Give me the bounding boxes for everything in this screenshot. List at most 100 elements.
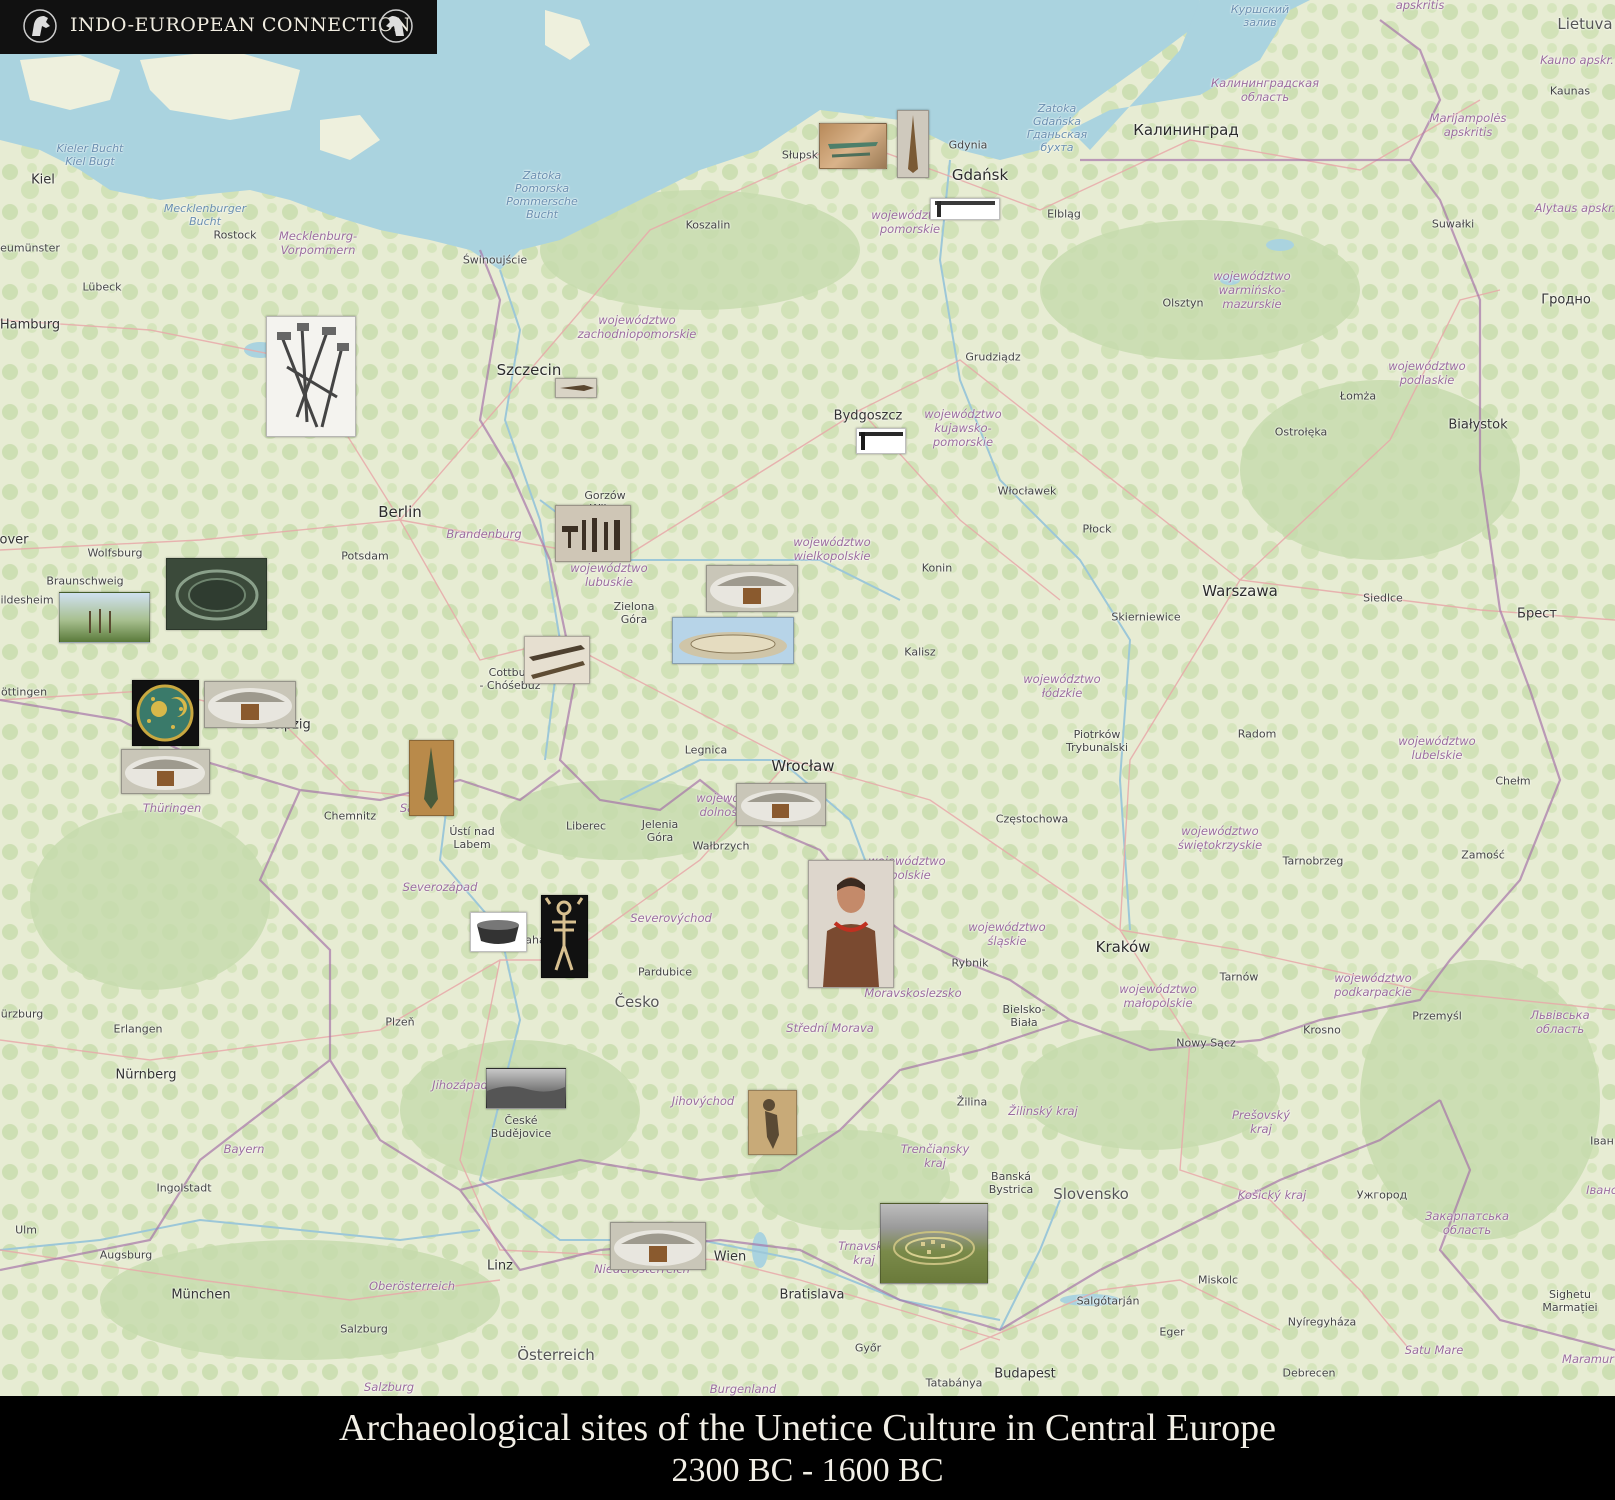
label-zilina: Žilina xyxy=(956,1095,988,1109)
label-nyiregyhaza: Nyíregyháza xyxy=(1287,1315,1357,1329)
horse-head-icon xyxy=(379,9,413,43)
grave-mound-photo-icon xyxy=(208,688,292,724)
label-slupsk: Słupsk xyxy=(781,148,819,162)
label-jihovychod: Jihovýchod xyxy=(671,1094,735,1108)
label-skierniewice: Skierniewice xyxy=(1111,610,1181,624)
label-banska: Banská Bystrica xyxy=(988,1170,1034,1196)
label-erlangen: Erlangen xyxy=(113,1022,163,1036)
label-mecklenburger-bucht: Mecklenburger Bucht xyxy=(163,202,247,228)
label-hannover: over xyxy=(0,532,29,548)
label-kiel: Kiel xyxy=(31,172,55,188)
label-chelm: Chełm xyxy=(1495,774,1531,788)
label-stredni-morava: Střední Morava xyxy=(786,1021,874,1035)
site-halberd-gdansk[interactable] xyxy=(930,198,1000,220)
bronze-artifacts-photo-icon xyxy=(828,142,878,158)
label-piotrkow: Piotrków Trybunalski xyxy=(1065,728,1129,754)
label-legnica: Legnica xyxy=(684,743,728,757)
label-bialystok: Białystok xyxy=(1448,417,1508,433)
site-fortified-settlement-trnava[interactable] xyxy=(880,1203,988,1284)
label-chemnitz: Chemnitz xyxy=(323,809,377,823)
label-zilinsky: Žilinský kraj xyxy=(1008,1104,1078,1118)
map[interactable]: Kiel Kieler Bucht Kiel Bugt Mecklenburge… xyxy=(0,0,1615,1396)
site-grave-wien[interactable] xyxy=(610,1222,706,1270)
label-osterreich: Österreich xyxy=(517,1346,595,1364)
site-circular-enclosure-pommelte[interactable] xyxy=(166,558,267,630)
label-tarnobrzeg: Tarnobrzeg xyxy=(1282,854,1344,868)
label-ingolstadt: Ingolstadt xyxy=(156,1181,212,1195)
label-severovychod: Severovýchod xyxy=(630,911,712,925)
spearhead-photo-icon xyxy=(529,645,585,679)
grave-mound-photo-icon xyxy=(741,790,821,822)
sky-disc-photo-icon xyxy=(136,684,194,742)
site-grave-thuringen[interactable] xyxy=(121,749,210,794)
label-wien: Wien xyxy=(713,1249,747,1265)
label-lomza: Łomża xyxy=(1339,389,1377,403)
label-konin: Konin xyxy=(921,561,953,575)
label-berlin: Berlin xyxy=(378,503,422,521)
site-tools-gorzow[interactable] xyxy=(555,505,631,562)
label-braunschweig: Braunschweig xyxy=(46,574,124,588)
label-pardubice: Pardubice xyxy=(637,965,693,979)
site-dagger-sachsen[interactable] xyxy=(409,740,454,816)
label-lietuva: Lietuva xyxy=(1557,15,1613,33)
label-gdynia: Gdynia xyxy=(948,138,988,152)
arrowhead-photo-icon xyxy=(560,385,594,391)
circular-enclosure-aerial-photo-icon xyxy=(175,569,259,621)
site-arrowhead-szczecin[interactable] xyxy=(555,378,597,398)
label-kauno: Kauno apskr. xyxy=(1540,53,1614,67)
label-rybnik: Rybnik xyxy=(951,956,989,970)
label-thuringen: Thüringen xyxy=(142,801,202,815)
label-usti: Ústí nad Labem xyxy=(449,825,495,851)
label-kaliningrad-obl: Калининградская область xyxy=(1210,76,1320,104)
label-zakarpatska: Закарпатська область xyxy=(1424,1209,1510,1237)
label-hamburg: Hamburg xyxy=(0,317,61,333)
label-krosno: Krosno xyxy=(1303,1023,1341,1037)
site-reconstructed-site-hildesheim[interactable] xyxy=(59,592,150,643)
site-reconstructed-woman-silesia[interactable] xyxy=(808,860,894,988)
label-grudziadz: Grudziądz xyxy=(965,350,1021,364)
site-bronze-dagger-gdynia[interactable] xyxy=(897,110,929,178)
label-nowy-sacz: Nowy Sącz xyxy=(1176,1036,1236,1050)
caption-bar: Archaeological sites of the Unetice Cult… xyxy=(0,1396,1615,1500)
label-miskolc: Miskolc xyxy=(1197,1273,1239,1287)
halberd-bundle-drawing-icon xyxy=(277,323,349,428)
site-spearheads-cottbus[interactable] xyxy=(524,636,590,684)
label-wurzburg: ürzburg xyxy=(0,1007,44,1021)
cup-photo-icon xyxy=(477,920,519,944)
label-szczecin: Szczecin xyxy=(496,361,562,379)
halberd-photo-icon xyxy=(935,201,995,217)
site-skeleton-praha[interactable] xyxy=(541,895,588,978)
label-siedlce: Siedlce xyxy=(1363,591,1403,605)
site-grave-wroclaw[interactable] xyxy=(736,783,826,826)
site-grave-leipzig[interactable] xyxy=(204,681,296,728)
site-bronze-artifacts-slupsk[interactable] xyxy=(819,123,887,169)
label-bielsko: Bielsko- Biała xyxy=(1002,1003,1046,1029)
bronze-tools-photo-icon xyxy=(562,518,620,552)
label-lodzkie: województwo łódzkie xyxy=(1023,672,1101,700)
label-zamosc: Zamość xyxy=(1461,848,1505,862)
label-zatoka-pomorska: Zatoka Pomorska Pommersche Bucht xyxy=(506,169,578,221)
label-lubuskie: województwo lubuskie xyxy=(570,561,648,589)
site-settlement-model-wielkopolska[interactable] xyxy=(672,617,794,664)
label-przemysl: Przemyśl xyxy=(1412,1009,1462,1023)
label-cesko: Česko xyxy=(614,993,660,1011)
site-cup-praha[interactable] xyxy=(470,912,527,952)
label-swietokrzyskie: województwo świętokrzyskie xyxy=(1177,824,1263,852)
label-augsburg: Augsburg xyxy=(99,1248,153,1262)
site-burial-jihovychod[interactable] xyxy=(748,1090,797,1155)
site-halberd-bydgoszcz[interactable] xyxy=(856,428,906,454)
label-zielona-gora: Zielona Góra xyxy=(613,600,655,626)
site-landscape-ceske-budejovice[interactable] xyxy=(486,1068,566,1109)
site-nebra-sky-disc[interactable] xyxy=(132,680,199,746)
label-olsztyn: Olsztyn xyxy=(1162,296,1204,310)
site-halberd-bundle-mecklenburg[interactable] xyxy=(266,316,356,437)
label-slaskie: województwo śląskie xyxy=(968,920,1046,948)
label-plock: Płock xyxy=(1082,522,1112,536)
settlement-model-photo-icon xyxy=(893,1231,975,1265)
label-kaunas: Kaunas xyxy=(1549,84,1591,98)
horse-head-icon xyxy=(23,9,57,43)
site-grave-reconstruction-wielkopolska[interactable] xyxy=(706,565,798,612)
label-salgotarjan: Salgótarján xyxy=(1076,1294,1140,1308)
label-moravskoslezsko: Moravskoslezsko xyxy=(864,986,962,1000)
label-ivano2: Івано xyxy=(1586,1183,1615,1197)
